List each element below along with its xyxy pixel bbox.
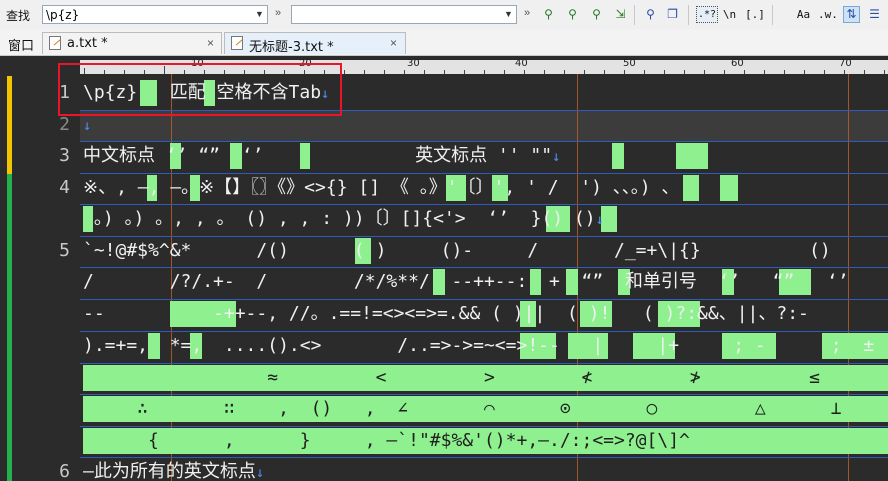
- line-number: 5: [59, 240, 70, 261]
- find-input[interactable]: \p{z} ▼: [42, 5, 268, 24]
- chevron-down-icon[interactable]: ▼: [252, 6, 267, 23]
- eol-icon: ↓: [552, 149, 561, 165]
- line-number: 6: [59, 461, 70, 481]
- window-menu[interactable]: 窗口: [8, 35, 34, 54]
- regex-toggle[interactable]: .*?: [696, 6, 718, 23]
- history-icon[interactable]: »: [524, 7, 530, 19]
- file-icon: [49, 36, 61, 50]
- match-highlight: [612, 143, 624, 169]
- list-icon[interactable]: ☰: [866, 6, 883, 23]
- find-next-icon[interactable]: ⚲: [540, 6, 557, 23]
- find-all-icon[interactable]: ⚲: [588, 6, 605, 23]
- close-icon[interactable]: ×: [390, 36, 397, 50]
- line-number: 2: [59, 114, 70, 135]
- editor-line-5-wrap: ).=+=, *=, ....().<> /..=>->=~<=>!-- | |…: [83, 331, 874, 361]
- ruler-label: 70: [839, 58, 852, 69]
- editor-line-3: 中文标点 ‘’ “” ‘’ 英文标点 '' ""↓: [83, 141, 561, 171]
- line-text: 中文标点 ‘’ “” ‘’ 英文标点 '' "": [83, 145, 553, 166]
- chevron-down-icon[interactable]: ▼: [501, 6, 516, 23]
- file-icon: [231, 36, 243, 50]
- replace-icon[interactable]: ⇲: [612, 6, 629, 23]
- tab-label: a.txt *: [67, 36, 108, 51]
- editor-line-5-wrap: -- -++--, //。.==!=<><=>=.&& ( )|| ( )! (…: [83, 299, 809, 329]
- ruler-label: 50: [623, 58, 636, 69]
- editor-line-5: `~!@#$%^&* /() ( ) ()- / /_=+\|{} () (: [83, 236, 888, 266]
- line-text: ※、, —, —。※【】〖〗《》<>{} [] 《 。》'〔〕', ' / ')…: [83, 177, 680, 198]
- text-editor[interactable]: 1 2 3 4 5 6 10 20 30 40 50 60 70 \p{z} 匹…: [0, 56, 888, 481]
- find-input-value: \p{z}: [46, 8, 80, 22]
- tab-untitled-3[interactable]: 无标题-3.txt * ×: [224, 32, 406, 55]
- line-text: ).=+=, *=, ....().<> /..=>->=~<=>!-- | |…: [83, 335, 875, 356]
- tab-a-txt[interactable]: a.txt * ×: [42, 32, 222, 54]
- match-highlight: [683, 175, 699, 201]
- line-text: / /?/.+- / /*/%**/ --++--: + “” 和单引号 ‘’ …: [83, 271, 849, 292]
- history-icon[interactable]: »: [275, 7, 281, 19]
- annotation-box: [58, 63, 342, 116]
- brackets-toggle[interactable]: [.]: [744, 6, 766, 23]
- editor-line-6: —此为所有的英文标点↓: [83, 457, 264, 481]
- editor-line-5-wrap: { , } , —`!"#$%&'()*+,—./:;<=>?@[\]^: [83, 426, 690, 456]
- editor-line-5-wrap: / /?/.+- / /*/%**/ --++--: + “” 和单引号 ‘’ …: [83, 267, 849, 297]
- line-number-gutter: 1 2 3 4 5 6: [0, 56, 80, 481]
- close-icon[interactable]: ×: [207, 36, 214, 50]
- newline-toggle[interactable]: \n: [721, 6, 738, 23]
- match-case-toggle[interactable]: Aa: [795, 6, 812, 23]
- line-text: -- -++--, //。.==!=<><=>=.&& ( )|| ( )! (…: [83, 303, 809, 324]
- replace-input[interactable]: ▼: [291, 5, 517, 24]
- change-marker: [7, 174, 12, 481]
- wrap-around-icon[interactable]: ⇅: [843, 6, 860, 23]
- toolbar-divider: [772, 5, 773, 25]
- ruler-label: 60: [731, 58, 744, 69]
- editor-line-5-wrap: ∴ ∷ , () , ∠ ⌒ ⊙ ○ △ ⊥ ∪ , ∩: [83, 394, 888, 424]
- ruler-label: 40: [515, 58, 528, 69]
- search-toolbar: 查找 \p{z} ▼ » ▼ » ⚲ ⚲ ⚲ ⇲ ⚲ ❐ .*? \n [.] …: [0, 0, 888, 31]
- change-marker: [7, 76, 12, 174]
- eol-icon: ↓: [83, 118, 92, 134]
- line-text: `~!@#$%^&* /() ( ) ()- / /_=+\|{} () (: [83, 240, 888, 261]
- eol-icon: ↓: [255, 465, 265, 481]
- line-text: ∴ ∷ , () , ∠ ⌒ ⊙ ○ △ ⊥ ∪ , ∩: [137, 398, 842, 419]
- whole-word-toggle[interactable]: .w.: [818, 6, 838, 23]
- line-number: 4: [59, 177, 70, 198]
- eol-icon: ↓: [595, 212, 605, 228]
- line-text: { , } , —`!"#$%&'()*+,—./:;<=>?@[\]^: [83, 430, 690, 451]
- line-number: 3: [59, 145, 70, 166]
- toolbar-divider: [634, 5, 635, 25]
- tab-label: 无标题-3.txt *: [249, 40, 334, 55]
- tab-bar: 窗口 a.txt * × 无标题-3.txt * ×: [0, 30, 888, 56]
- find-label: 查找: [6, 9, 31, 23]
- copy-icon[interactable]: ❐: [664, 6, 681, 23]
- ruler-label: 30: [407, 58, 420, 69]
- toolbar-divider: [688, 5, 689, 25]
- line-text: ≈ < > ≮ ≯ ≤ ≥ ≤: [267, 367, 820, 388]
- find-prev-icon[interactable]: ⚲: [564, 6, 581, 23]
- line-text: 。) 。) 。, , 。 () , , : ))〔〕[]{<'> ‘’ }() …: [83, 208, 596, 229]
- search-icon[interactable]: ⚲: [642, 6, 659, 23]
- editor-line-4-wrap: 。) 。) 。, , 。 () , , : ))〔〕[]{<'> ‘’ }() …: [83, 204, 604, 234]
- line-text: —此为所有的英文标点: [83, 461, 256, 481]
- match-highlight: [720, 175, 738, 201]
- editor-line-4: ※、, —, —。※【】〖〗《》<>{} [] 《 。》'〔〕', ' / ')…: [83, 173, 679, 203]
- match-highlight: [676, 143, 708, 169]
- editor-line-5-wrap: ≈ < > ≮ ≯ ≤ ≥ ≤: [83, 363, 888, 393]
